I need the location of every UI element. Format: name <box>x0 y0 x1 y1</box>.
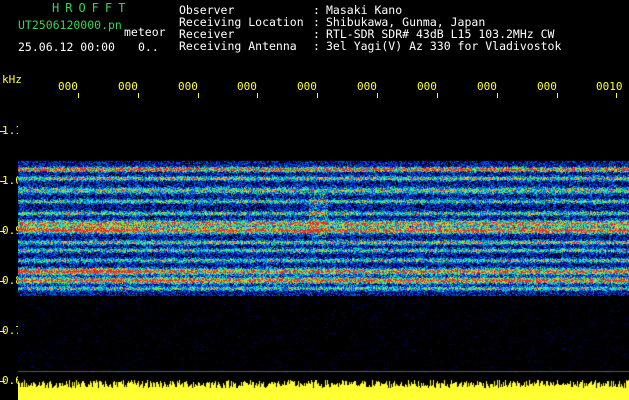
y-tick-mark <box>0 381 5 382</box>
y-tick-mark <box>0 281 5 282</box>
x-tick-label: 000 <box>237 80 257 93</box>
file-name: UT2506120000.pn <box>18 18 122 32</box>
spectrogram-display <box>18 98 629 400</box>
x-tick-label: 000 <box>178 80 198 93</box>
x-tick-label: 000 <box>357 80 377 93</box>
meta-label-antenna: Receiving Antenna <box>179 39 297 53</box>
meta-separator: : <box>313 39 320 53</box>
date-time: 25.06.12 00:00 <box>18 40 115 54</box>
app-brand: HROFFT <box>52 1 132 15</box>
mode-label: meteor <box>124 25 166 39</box>
x-tick-label: 000 <box>477 80 497 93</box>
x-tick-label: 000 <box>417 80 437 93</box>
y-tick-mark <box>0 181 5 182</box>
x-tick-label: 000 <box>537 80 557 93</box>
meta-value-antenna: 3el Yagi(V) Az 330 for Vladivostok <box>326 39 562 53</box>
y-tick-mark <box>0 231 5 232</box>
y-axis-unit: kHz <box>2 73 22 86</box>
x-tick-label: 000 <box>58 80 78 93</box>
detection-count: 0.. <box>138 40 159 54</box>
x-tick-label: 000 <box>297 80 317 93</box>
y-tick-mark <box>0 331 5 332</box>
x-tick-label: 000 <box>118 80 138 93</box>
x-tick-label: 0010 <box>596 80 623 93</box>
y-tick-mark <box>0 131 5 132</box>
